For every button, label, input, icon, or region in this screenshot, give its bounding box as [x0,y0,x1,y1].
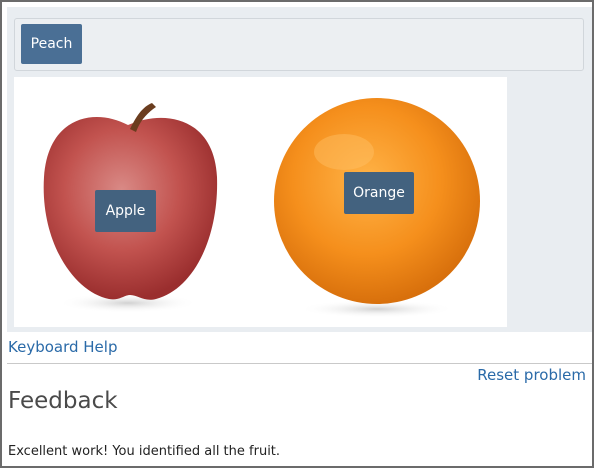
draggable-item-peach[interactable]: Peach [21,24,82,64]
placed-item-orange[interactable]: Orange [344,172,414,214]
fruit-image [43,98,480,318]
reset-problem-button[interactable]: Reset problem [477,366,586,384]
keyboard-help-link[interactable]: Keyboard Help [8,338,117,356]
divider [7,363,592,364]
placed-item-apple[interactable]: Apple [95,190,156,232]
item-bank: Peach [14,18,584,71]
target-image: Apple Orange [14,77,507,327]
problem-frame: Peach Apple Orange Keyboard Help Reset p… [0,0,594,468]
feedback-heading: Feedback [8,388,118,414]
feedback-message: Excellent work! You identified all the f… [8,444,281,459]
